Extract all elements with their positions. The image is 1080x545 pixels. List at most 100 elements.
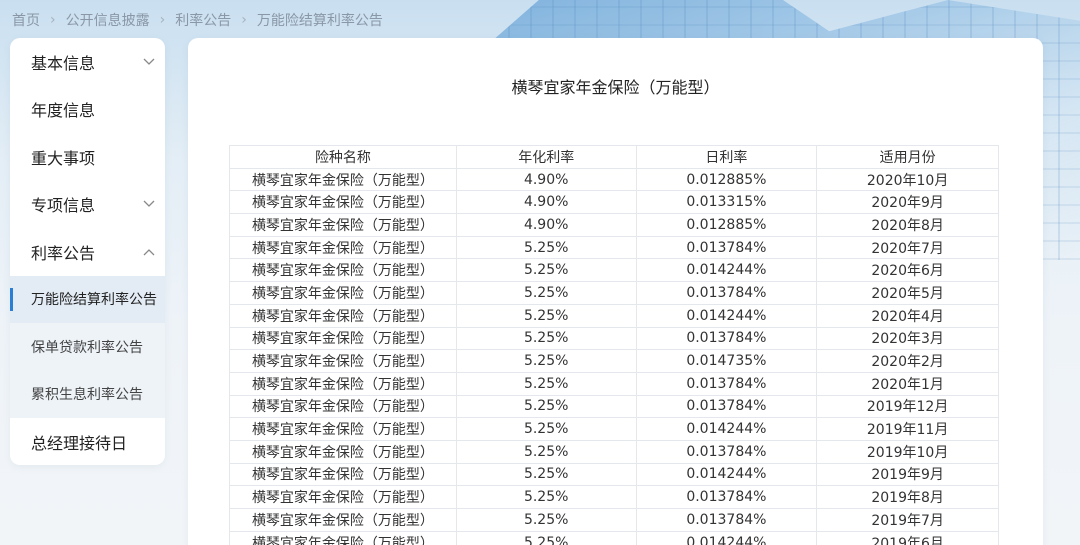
chevron-right-icon: › — [50, 12, 56, 28]
cell-daily-rate: 0.013315% — [635, 190, 818, 215]
cell-month: 2020年1月 — [816, 371, 999, 396]
cell-daily-rate: 0.013784% — [635, 235, 818, 260]
table-row: 横琴宜家年金保险（万能型） 4.90% 0.012885% 2020年10月 — [229, 167, 999, 192]
cell-month: 2020年2月 — [816, 349, 999, 373]
cell-month: 2019年9月 — [816, 462, 999, 487]
cell-daily-rate: 0.013784% — [635, 485, 818, 509]
page-title: 横琴宜家年金保险（万能型） — [511, 78, 720, 97]
cell-annual-rate: 5.25% — [455, 371, 637, 396]
cell-product: 横琴宜家年金保险（万能型） — [229, 508, 457, 532]
cell-product: 横琴宜家年金保险（万能型） — [229, 213, 457, 237]
cell-month: 2019年11月 — [816, 417, 999, 441]
cell-daily-rate: 0.014244% — [635, 303, 818, 328]
table-row: 横琴宜家年金保险（万能型） 4.90% 0.012885% 2020年8月 — [229, 213, 999, 237]
cell-daily-rate: 0.013784% — [635, 394, 818, 419]
cell-daily-rate: 0.014244% — [635, 462, 818, 487]
sidebar-item-basic-info[interactable]: 基本信息 — [10, 38, 165, 86]
chevron-right-icon: › — [159, 12, 166, 28]
sidebar-subitem-accumulation-rate[interactable]: 累积生息利率公告 — [10, 370, 165, 418]
cell-month: 2020年7月 — [816, 235, 999, 260]
sidebar-subitem-universal-rate[interactable]: 万能险结算利率公告 — [10, 275, 165, 323]
cell-product: 横琴宜家年金保险（万能型） — [229, 167, 457, 192]
cell-daily-rate: 0.014244% — [635, 530, 818, 545]
table-row: 横琴宜家年金保险（万能型） 5.25% 0.013784% 2019年7月 — [229, 508, 999, 532]
cell-annual-rate: 5.25% — [455, 326, 637, 351]
sidebar-item-special-info[interactable]: 专项信息 — [10, 181, 165, 229]
table-row: 横琴宜家年金保险（万能型） 5.25% 0.013784% 2020年1月 — [229, 371, 999, 396]
column-header-product: 险种名称 — [229, 145, 457, 169]
breadcrumb-home-link[interactable]: 首页 — [12, 10, 40, 30]
table-row: 横琴宜家年金保险（万能型） 5.25% 0.014244% 2020年6月 — [229, 258, 999, 283]
rate-table: 险种名称 年化利率 日利率 适用月份 横琴宜家年金保险（万能型） 4.90% 0.0… — [229, 145, 999, 545]
cell-annual-rate: 5.25% — [455, 462, 637, 487]
cell-annual-rate: 5.25% — [455, 394, 637, 419]
cell-daily-rate: 0.014735% — [635, 349, 818, 373]
chevron-down-icon — [143, 56, 155, 68]
cell-month: 2019年10月 — [816, 439, 999, 464]
cell-daily-rate: 0.012885% — [635, 213, 818, 237]
cell-month: 2019年8月 — [816, 485, 999, 509]
cell-annual-rate: 4.90% — [455, 190, 637, 215]
table-body: 横琴宜家年金保险（万能型） 4.90% 0.012885% 2020年10月 横琴宜家年… — [229, 167, 999, 545]
sidebar-item-label: 累积生息利率公告 — [31, 387, 143, 404]
table-row: 横琴宜家年金保险（万能型） 5.25% 0.013784% 2020年3月 — [229, 326, 999, 351]
cell-product: 横琴宜家年金保险（万能型） — [229, 462, 457, 487]
cell-annual-rate: 5.25% — [455, 258, 637, 283]
cell-month: 2020年10月 — [816, 167, 999, 192]
table-row: 横琴宜家年金保险（万能型） 5.25% 0.013784% 2020年5月 — [229, 281, 999, 305]
cell-annual-rate: 4.90% — [455, 167, 637, 192]
cell-daily-rate: 0.014244% — [635, 417, 818, 441]
sidebar-item-label: 年度信息 — [31, 101, 96, 121]
breadcrumb-rate-link[interactable]: 利率公告 — [175, 10, 231, 30]
main-content: 横琴宜家年金保险（万能型） 险种名称 年化利率 日利率 适用月份 横琴宜家年金保… — [188, 38, 1043, 545]
sidebar-subitem-policy-loan-rate[interactable]: 保单贷款利率公告 — [10, 323, 165, 371]
breadcrumb-disclosure-link[interactable]: 公开信息披露 — [66, 10, 150, 30]
cell-annual-rate: 4.90% — [455, 213, 637, 237]
sidebar-item-label: 基本信息 — [31, 53, 96, 73]
cell-daily-rate: 0.013784% — [635, 326, 818, 351]
cell-product: 横琴宜家年金保险（万能型） — [229, 371, 457, 396]
table-row: 横琴宜家年金保险（万能型） 5.25% 0.013784% 2020年7月 — [229, 235, 999, 260]
sidebar-item-label: 保单贷款利率公告 — [31, 339, 143, 356]
sidebar-item-label: 利率公告 — [31, 243, 96, 263]
sidebar-item-label: 总经理接待日 — [31, 433, 128, 453]
cell-annual-rate: 5.25% — [455, 530, 637, 545]
sidebar-item-rate-announcement[interactable]: 利率公告 — [10, 228, 165, 276]
cell-product: 横琴宜家年金保险（万能型） — [229, 303, 457, 328]
cell-daily-rate: 0.014244% — [635, 258, 818, 283]
sidebar-item-major-events[interactable]: 重大事项 — [10, 133, 165, 181]
cell-annual-rate: 5.25% — [455, 281, 637, 305]
cell-daily-rate: 0.013784% — [635, 439, 818, 464]
sidebar-item-annual-info[interactable]: 年度信息 — [10, 86, 165, 134]
cell-product: 横琴宜家年金保险（万能型） — [229, 394, 457, 419]
table-row: 横琴宜家年金保险（万能型） 5.25% 0.014244% 2019年11月 — [229, 417, 999, 441]
breadcrumb: 首页 › 公开信息披露 › 利率公告 › 万能险结算利率公告 — [12, 10, 383, 30]
cell-product: 横琴宜家年金保险（万能型） — [229, 349, 457, 373]
table-row: 横琴宜家年金保险（万能型） 5.25% 0.014735% 2020年2月 — [229, 349, 999, 373]
table-row: 横琴宜家年金保险（万能型） 5.25% 0.014244% 2019年9月 — [229, 462, 999, 487]
chevron-right-icon: › — [241, 12, 247, 28]
cell-product: 横琴宜家年金保险（万能型） — [229, 190, 457, 215]
cell-annual-rate: 5.25% — [455, 235, 637, 260]
cell-product: 横琴宜家年金保险（万能型） — [229, 439, 457, 464]
cell-month: 2020年6月 — [816, 258, 999, 283]
cell-annual-rate: 5.25% — [455, 508, 637, 532]
cell-annual-rate: 5.25% — [455, 439, 637, 464]
cell-product: 横琴宜家年金保险（万能型） — [229, 417, 457, 441]
cell-month: 2020年8月 — [816, 213, 999, 237]
table-row: 横琴宜家年金保险（万能型） 5.25% 0.014244% 2020年4月 — [229, 303, 999, 328]
cell-product: 横琴宜家年金保险（万能型） — [229, 326, 457, 351]
cell-product: 横琴宜家年金保险（万能型） — [229, 281, 457, 305]
sidebar-item-gm-reception-day[interactable]: 总经理接待日 — [10, 418, 165, 465]
cell-product: 横琴宜家年金保险（万能型） — [229, 485, 457, 509]
breadcrumb-current: 万能险结算利率公告 — [256, 13, 383, 29]
cell-month: 2019年12月 — [816, 394, 999, 419]
column-header-daily-rate: 日利率 — [635, 145, 818, 169]
table-row: 横琴宜家年金保险（万能型） 5.25% 0.013784% 2019年12月 — [229, 394, 999, 419]
cell-annual-rate: 5.25% — [455, 485, 637, 509]
sidebar-item-label: 专项信息 — [31, 196, 96, 216]
cell-annual-rate: 5.25% — [455, 303, 637, 328]
table-header-row: 险种名称 年化利率 日利率 适用月份 — [229, 145, 999, 169]
cell-month: 2020年9月 — [816, 190, 999, 215]
column-header-month: 适用月份 — [816, 145, 999, 169]
